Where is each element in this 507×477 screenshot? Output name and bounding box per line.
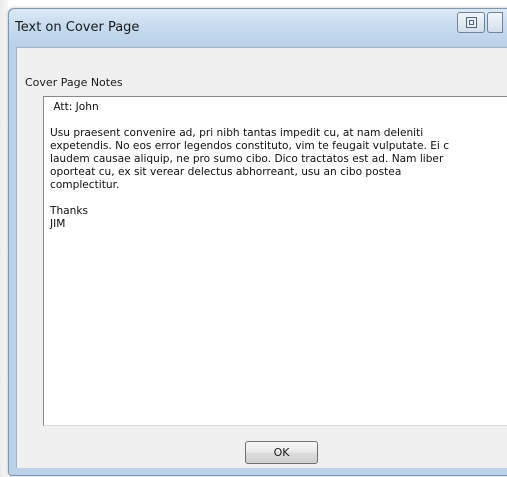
restore-icon	[466, 17, 477, 28]
cover-page-notes-label: Cover Page Notes	[25, 76, 123, 89]
cover-page-dialog: Text on Cover Page Cover Page Notes Att:…	[8, 8, 507, 476]
restore-button[interactable]	[457, 12, 485, 33]
cover-page-notes-text[interactable]: Att: John Usu praesent convenire ad, pri…	[44, 97, 507, 235]
dialog-title: Text on Cover Page	[15, 20, 140, 35]
dialog-body: Cover Page Notes Att: John Usu praesent …	[16, 47, 507, 468]
screen: Text on Cover Page Cover Page Notes Att:…	[0, 0, 507, 477]
cover-page-notes-textarea[interactable]: Att: John Usu praesent convenire ad, pri…	[43, 96, 507, 426]
ok-button[interactable]: OK	[245, 441, 318, 464]
close-button[interactable]	[487, 12, 503, 33]
desktop-edge	[0, 0, 8, 477]
title-bar[interactable]: Text on Cover Page	[9, 9, 507, 47]
